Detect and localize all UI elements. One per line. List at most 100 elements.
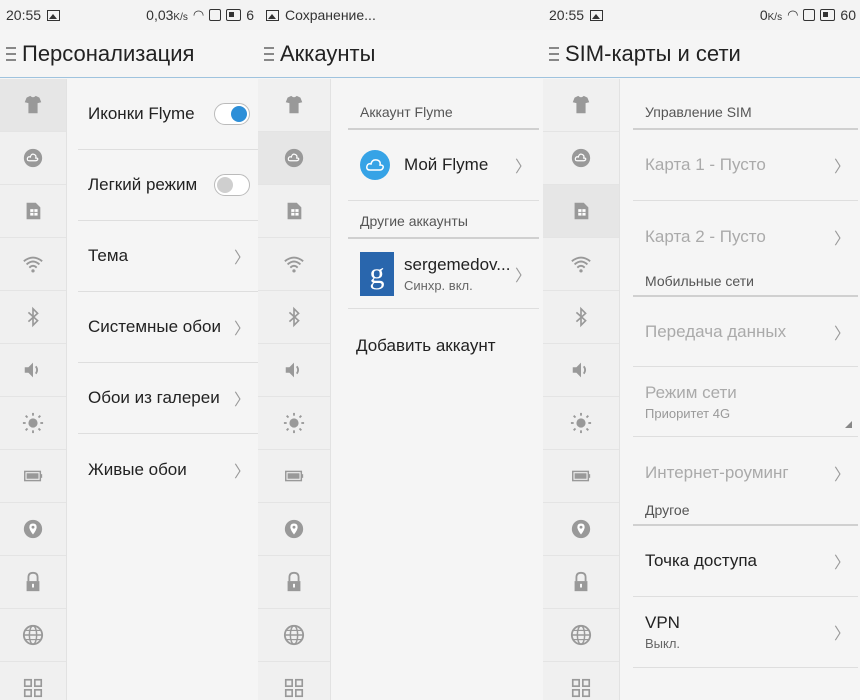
accounts-icon: [23, 148, 43, 168]
image-notification-icon: [266, 9, 279, 21]
sidebar-item-lock[interactable]: [0, 556, 66, 609]
sidebar-item-bluetooth[interactable]: [0, 291, 66, 344]
row-network-mode[interactable]: Режим сети Приоритет 4G: [633, 367, 858, 437]
lock-icon: [574, 571, 588, 592]
apps-icon: [571, 678, 591, 698]
row-theme[interactable]: Тема 〉: [78, 221, 258, 292]
status-bar: 20:55 0K/s ◠ 60: [543, 0, 860, 30]
sidebar-item-sound[interactable]: [258, 344, 330, 397]
sim-status-icon: [803, 9, 816, 21]
menu-icon[interactable]: [6, 46, 16, 61]
row-live-wallpaper[interactable]: Живые обои 〉: [78, 434, 258, 505]
sidebar-item-brightness[interactable]: [543, 397, 619, 450]
sidebar-item-sim[interactable]: [0, 185, 66, 238]
sidebar-item-location[interactable]: [543, 503, 619, 556]
row-hotspot[interactable]: Точка доступа 〉: [633, 526, 858, 597]
sidebar-item-sound[interactable]: [543, 344, 619, 397]
battery-icon: [572, 470, 591, 482]
sidebar-item-accounts[interactable]: [543, 132, 619, 185]
row-gallery-wallpaper[interactable]: Обои из галереи 〉: [78, 363, 258, 434]
chevron-right-icon: 〉: [233, 461, 250, 481]
sidebar-item-personalization[interactable]: [543, 79, 619, 132]
sidebar-item-globe[interactable]: [258, 609, 330, 662]
sidebar-item-personalization[interactable]: [258, 79, 330, 132]
settings-list: Иконки Flyme Легкий режим Тема 〉 Системн…: [78, 79, 258, 700]
net-speed: 0,03K/s: [146, 7, 188, 23]
easy-mode-toggle[interactable]: [214, 174, 250, 196]
globe-icon: [283, 624, 305, 646]
row-easy-mode[interactable]: Легкий режим: [78, 150, 258, 221]
sidebar-item-battery[interactable]: [258, 450, 330, 503]
chevron-right-icon: 〉: [833, 624, 850, 643]
add-account-button[interactable]: Добавить аккаунт: [348, 309, 539, 383]
section-other: Другое: [633, 502, 858, 526]
sidebar-item-lock[interactable]: [258, 556, 330, 609]
personalization-icon: [572, 95, 590, 114]
section-other-accounts: Другие аккаунты: [348, 201, 539, 239]
flyme-account-row[interactable]: Мой Flyme 〉: [348, 130, 539, 201]
sidebar-item-battery[interactable]: [543, 450, 619, 503]
bluetooth-icon: [288, 306, 300, 328]
google-account-sync: Синхр. вкл.: [404, 277, 473, 293]
row-label: Карта 1 - Пусто: [645, 155, 766, 174]
sidebar-item-bluetooth[interactable]: [543, 291, 619, 344]
dropdown-corner-icon: [845, 421, 852, 428]
sidebar-item-location[interactable]: [258, 503, 330, 556]
battery-trail: 6: [246, 7, 254, 23]
sidebar-item-personalization[interactable]: [0, 79, 66, 132]
row-label: Карта 2 - Пусто: [645, 226, 766, 246]
chevron-right-icon: 〉: [233, 390, 250, 409]
sim-status-icon: [209, 9, 222, 21]
sidebar-item-lock[interactable]: [543, 556, 619, 609]
row-data-transfer[interactable]: Передача данных 〉: [633, 297, 858, 367]
menu-icon[interactable]: [264, 46, 274, 61]
battery-status-icon: [226, 9, 242, 21]
row-label: VPN: [645, 613, 680, 632]
network-mode-value: Приоритет 4G: [645, 405, 731, 421]
row-sim2[interactable]: Карта 2 - Пусто 〉: [633, 201, 858, 272]
battery-status-icon: [820, 9, 836, 21]
image-notification-icon: [590, 9, 604, 21]
brightness-icon: [283, 412, 305, 434]
section-sim-management: Управление SIM: [633, 79, 858, 130]
menu-icon[interactable]: [549, 46, 559, 61]
row-system-wallpaper[interactable]: Системные обои 〉: [78, 292, 258, 363]
sidebar-item-sim[interactable]: [543, 185, 619, 238]
sidebar-item-wifi[interactable]: [543, 238, 619, 291]
accounts-icon: [571, 148, 591, 168]
google-account-name: sergemedov...: [404, 254, 511, 274]
sidebar-item-wifi[interactable]: [0, 238, 66, 291]
row-vpn[interactable]: VPN Выкл. 〉: [633, 597, 858, 668]
sidebar-item-globe[interactable]: [543, 609, 619, 662]
row-internet-roaming[interactable]: Интернет-роуминг 〉: [633, 437, 858, 508]
sound-icon: [285, 362, 300, 378]
sidebar-item-wifi[interactable]: [258, 238, 330, 291]
sidebar-item-bluetooth[interactable]: [258, 291, 330, 344]
panel-accounts: Сохранение... Аккаунты Аккаунт Flyme Мой…: [258, 0, 543, 700]
chevron-right-icon: 〉: [233, 248, 250, 267]
sidebar-item-brightness[interactable]: [0, 397, 66, 450]
status-bar: 20:55 0,03K/s ◠ 6: [0, 0, 258, 30]
sidebar-item-accounts[interactable]: [0, 132, 66, 185]
flyme-icons-toggle[interactable]: [214, 103, 250, 125]
section-mobile-networks: Мобильные сети: [633, 272, 858, 297]
lock-icon: [26, 571, 40, 592]
sidebar-item-apps[interactable]: [258, 662, 330, 700]
sidebar-item-apps[interactable]: [0, 662, 66, 700]
row-sim1[interactable]: Карта 1 - Пусто 〉: [633, 130, 858, 201]
sidebar-item-sim[interactable]: [258, 185, 330, 238]
row-label: Обои из галереи: [88, 388, 220, 407]
sidebar-item-brightness[interactable]: [258, 397, 330, 450]
status-time: 20:55: [549, 7, 585, 23]
sidebar-item-globe[interactable]: [0, 609, 66, 662]
sidebar-item-apps[interactable]: [543, 662, 619, 700]
sidebar-item-sound[interactable]: [0, 344, 66, 397]
accounts-list: Аккаунт Flyme Мой Flyme 〉 Другие аккаунт…: [348, 79, 539, 700]
row-flyme-icons[interactable]: Иконки Flyme: [78, 79, 258, 150]
sidebar-item-battery[interactable]: [0, 450, 66, 503]
sidebar-item-location[interactable]: [0, 503, 66, 556]
sidebar-item-accounts[interactable]: [258, 132, 330, 185]
google-account-row[interactable]: g sergemedov... Синхр. вкл. 〉: [348, 239, 539, 309]
wifi-status-icon: ◠: [787, 7, 799, 22]
sim-icon: [287, 202, 302, 220]
